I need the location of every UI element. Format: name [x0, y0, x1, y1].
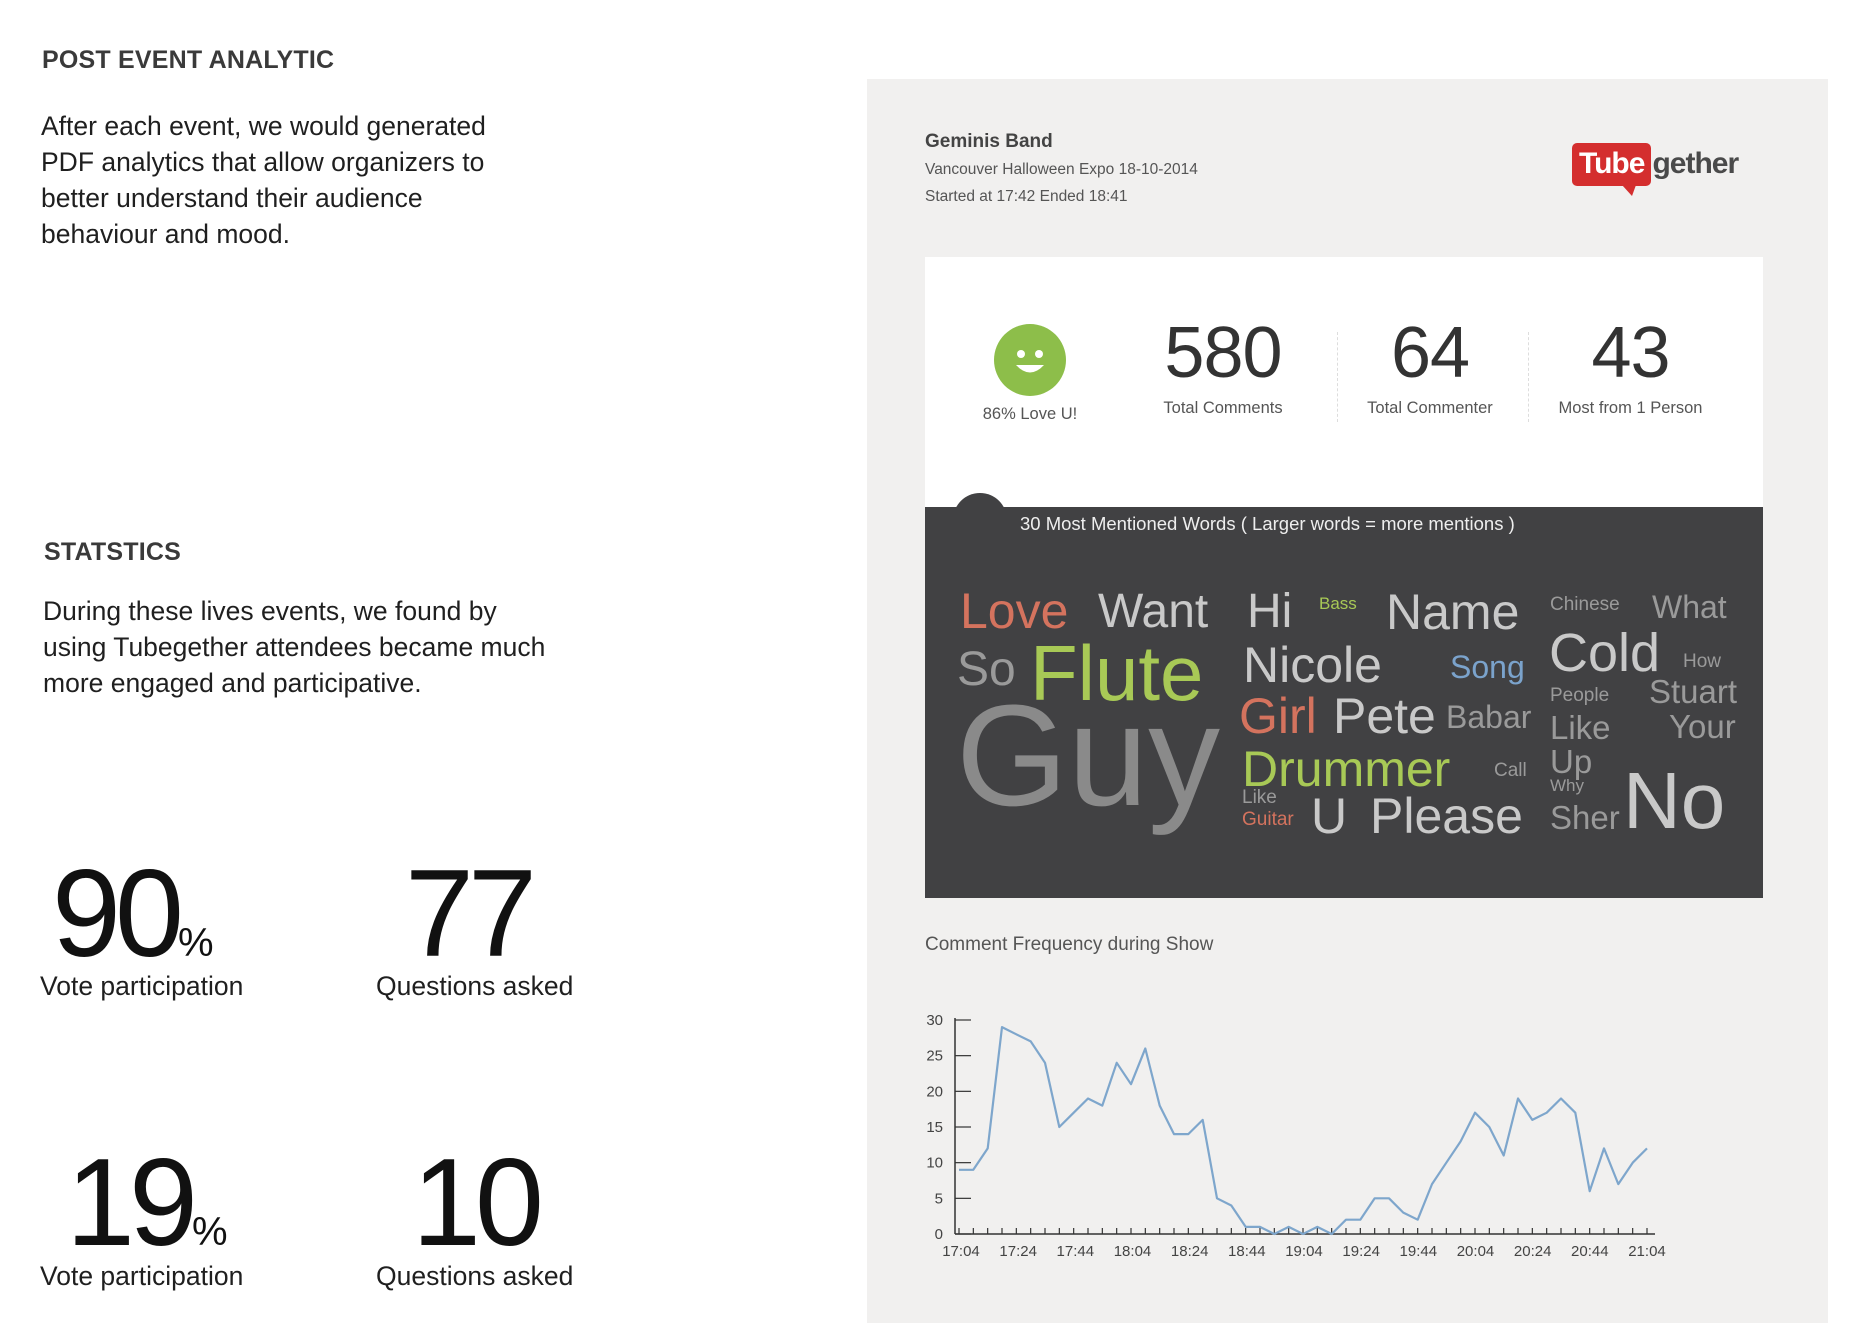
statistics-paragraph: During these lives events, we found by u…: [43, 593, 545, 701]
cloud-word: Nicole: [1243, 637, 1382, 693]
kpi-label: Most from 1 Person: [1558, 399, 1703, 417]
kpi-total-comments: 580 Total Comments: [1103, 317, 1343, 418]
cloud-word: Bass: [1319, 594, 1357, 613]
x-tick-label: 19:04: [1285, 1243, 1323, 1260]
comment-frequency-chart: 0 5 10 15 20 25 30 17:04 17:24 17:44 18:04 18:24 18:…: [926, 1012, 1666, 1260]
kpi-value: 64: [1390, 313, 1470, 393]
stat-number: 19: [66, 1134, 198, 1272]
kpi-most-from-one-person: 43 Most from 1 Person: [1528, 317, 1733, 418]
y-tick-label: 30: [926, 1012, 943, 1029]
event-name: Vancouver Halloween Expo 18-10-2014: [925, 161, 1198, 178]
y-tick-label: 15: [926, 1119, 943, 1136]
stat-number: 90: [52, 845, 184, 983]
kpi-value: 43: [1591, 313, 1670, 393]
y-tick-label: 25: [926, 1048, 943, 1065]
y-tick-label: 20: [926, 1083, 943, 1100]
stat-suffix: %: [191, 1210, 228, 1254]
stat-questions-asked-1: 77: [405, 852, 537, 976]
stat-vote-participation-2: 19%: [66, 1141, 228, 1265]
x-tick-label: 20:24: [1514, 1243, 1552, 1260]
x-tick-label: 17:04: [942, 1243, 980, 1260]
cloud-word: Guy: [956, 675, 1221, 836]
x-tick-label: 17:24: [999, 1243, 1037, 1260]
cloud-word: Name: [1386, 584, 1520, 640]
x-tick-label: 18:44: [1228, 1243, 1266, 1260]
summary-card: 86% Love U! 580 Total Comments 64 Total …: [925, 257, 1763, 507]
series-line: [959, 1026, 1648, 1236]
intro-line: better understand their audience: [41, 183, 423, 213]
stat-label: Questions asked: [376, 1261, 574, 1291]
stat-number: 10: [412, 1134, 544, 1272]
x-tick-label: 20:44: [1571, 1243, 1609, 1260]
intro-line: After each event, we would generated: [41, 111, 486, 141]
kpi-label: Total Comments: [1163, 399, 1283, 417]
cloud-word: Up: [1550, 743, 1593, 780]
event-times: Started at 17:42 Ended 18:41: [925, 188, 1128, 205]
cloud-word: Call: [1494, 760, 1527, 781]
cloud-word: Why: [1550, 776, 1584, 795]
cloud-word: Hi: [1247, 585, 1293, 638]
stat-suffix: %: [177, 921, 214, 965]
stat-label: Questions asked: [376, 971, 574, 1001]
x-tick-label: 19:24: [1342, 1243, 1380, 1260]
intro-line: behaviour and mood.: [41, 219, 290, 249]
cloud-word: Stuart: [1649, 673, 1738, 710]
intro-paragraph: After each event, we would generated PDF…: [41, 108, 486, 252]
cloud-word: What: [1652, 589, 1727, 625]
cloud-word: Like: [1242, 787, 1277, 808]
kpi-total-commenter: 64 Total Commenter: [1337, 317, 1523, 418]
stats-line: During these lives events, we found by: [43, 596, 497, 626]
kpi-value: 580: [1164, 313, 1282, 393]
report-panel: Geminis Band Vancouver Halloween Expo 18…: [867, 79, 1828, 1323]
stat-questions-asked-2: 10: [412, 1141, 544, 1265]
x-tick-label: 19:44: [1400, 1243, 1438, 1260]
logo-rest: gether: [1652, 147, 1739, 180]
cloud-word: Pete: [1333, 688, 1436, 744]
kpi-label: Total Commenter: [1367, 399, 1493, 417]
y-tick-label: 10: [926, 1155, 943, 1172]
line-chart-title: Comment Frequency during Show: [925, 934, 1214, 955]
smiley-face-icon: [994, 324, 1066, 396]
cloud-word: Babar: [1446, 699, 1532, 735]
statistics-heading: STATSTICS: [44, 538, 181, 566]
stat-label: Vote participation: [40, 1261, 244, 1291]
cloud-word: Girl: [1239, 688, 1317, 744]
stat-vote-participation-1: 90%: [52, 852, 214, 976]
cloud-word: How: [1683, 651, 1722, 672]
logo-box: Tube: [1572, 143, 1652, 196]
post-event-heading: POST EVENT ANALYTIC: [42, 46, 335, 74]
stat-label: Vote participation: [40, 971, 244, 1001]
cloud-word: Like: [1550, 709, 1611, 746]
cloud-word: No: [1623, 756, 1726, 845]
x-tick-label: 20:04: [1457, 1243, 1495, 1260]
stat-number: 77: [405, 845, 537, 983]
cloud-word: Please: [1370, 788, 1523, 844]
cloud-word: Cold: [1549, 623, 1661, 683]
cloud-word: People: [1550, 685, 1610, 706]
stats-line: using Tubegether attendees became much: [43, 632, 546, 662]
y-tick-label: 5: [935, 1190, 943, 1207]
cloud-word: Sher: [1550, 799, 1620, 836]
y-tick-label: 0: [935, 1226, 943, 1243]
x-tick-label: 18:04: [1114, 1243, 1152, 1260]
x-tick-label: 17:44: [1057, 1243, 1095, 1260]
word-cloud-title: 30 Most Mentioned Words ( Larger words =…: [1020, 513, 1515, 534]
cloud-word: Your: [1669, 708, 1736, 745]
tubegether-logo: Tube gether: [1572, 143, 1739, 196]
band-name: Geminis Band: [925, 131, 1053, 152]
x-tick-label: 18:24: [1171, 1243, 1209, 1260]
stats-line: more engaged and participative.: [43, 668, 422, 698]
cloud-word: Guitar: [1242, 809, 1294, 830]
x-tick-label: 21:04: [1628, 1243, 1666, 1260]
cloud-word: Song: [1450, 649, 1525, 685]
cloud-word: U: [1311, 788, 1348, 844]
word-cloud: 30 Most Mentioned Words ( Larger words =…: [925, 507, 1763, 898]
cloud-word: Chinese: [1550, 594, 1620, 615]
intro-line: PDF analytics that allow organizers to: [41, 147, 485, 177]
